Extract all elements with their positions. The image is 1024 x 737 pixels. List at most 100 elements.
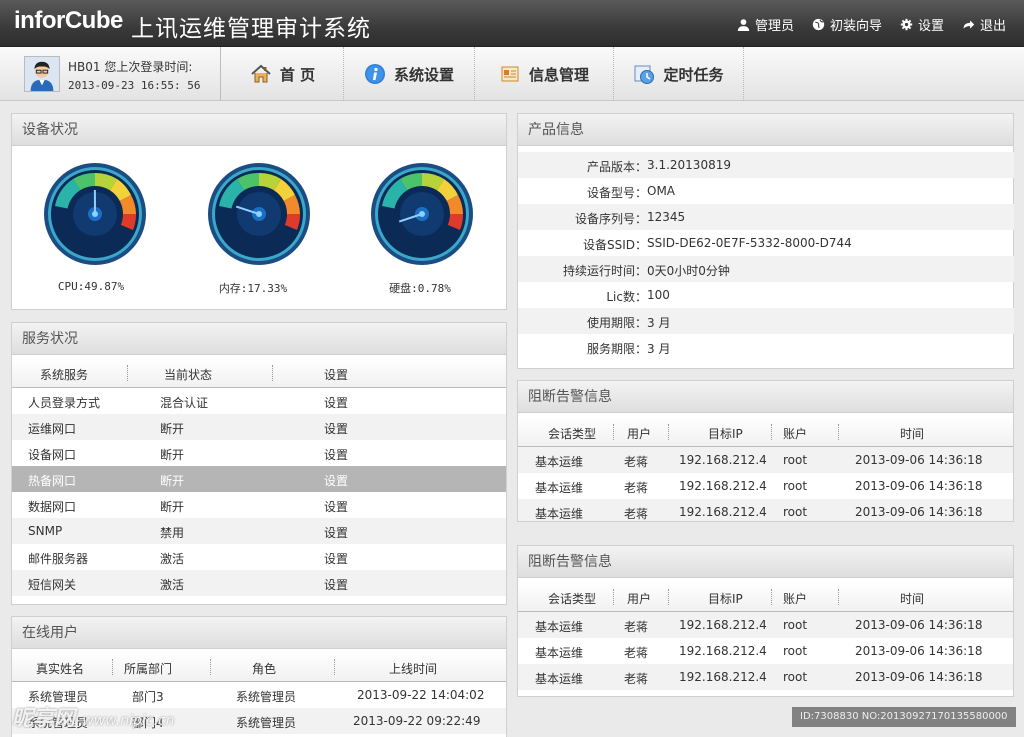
info-row: 设备型号： OMA [518, 178, 1014, 204]
service-status: 断开 [160, 500, 185, 514]
alert-user: 老蒋 [624, 672, 649, 686]
online-users-title: 在线用户 [12, 617, 506, 649]
table-row: 基本运维 老蒋 192.168.212.4 root 2013-09-06 14:36:… [518, 612, 1013, 638]
user-info: HB01 您上次登录时间: 2013-09-23 16:55: 56 [0, 47, 221, 101]
info-row: 设备SSID： SSID-DE62-0E7F-5332-8000-D744 [518, 230, 1014, 256]
service-settings-link[interactable]: 设置 [324, 498, 348, 515]
col-role: 角色 [252, 662, 277, 676]
table-row: 基本运维 老蒋 192.168.212.4 root 2013-09-06 14:36:… [518, 499, 1013, 521]
info-row: 服务期限： 3 月 [518, 334, 1014, 360]
image-id-strip: ID:7308830 NO:20130927170135580000 [792, 707, 1016, 727]
service-name: 邮件服务器 [28, 552, 89, 566]
table-row: 设备网口 断开 设置 [12, 440, 506, 466]
service-settings-link[interactable]: 设置 [324, 550, 348, 567]
info-value: OMA [647, 184, 676, 198]
alert-ip: 192.168.212.4 [679, 453, 767, 467]
col-online-time: 上线时间 [389, 662, 438, 676]
memory-usage-label: 内存:17.33% [218, 282, 288, 295]
col-user: 用户 [627, 592, 652, 606]
alerts-table-header: 会话类型 用户 目标IP 账户 时间 [518, 417, 1013, 447]
wizard-link[interactable]: 初装向导 [812, 15, 882, 34]
watermark-site: www.nipic.cn [82, 713, 175, 729]
info-label: 设备SSID： [582, 238, 647, 252]
col-session-type: 会话类型 [548, 592, 597, 606]
logout-link[interactable]: 退出 [962, 15, 1006, 34]
service-name: 短信网关 [28, 578, 77, 592]
service-table-header: 系统服务 当前状态 设置 [12, 358, 506, 388]
alert-type: 基本运维 [535, 646, 584, 660]
device-status-title: 设备状况 [12, 114, 506, 146]
top-bar: inforCube 上讯运维管理审计系统 管理员 初装向导 设置 退出 [0, 0, 1024, 47]
col-divider [334, 659, 335, 675]
service-status: 断开 [160, 474, 185, 488]
info-label: 设备序列号： [574, 212, 647, 226]
service-name: 数据网口 [28, 500, 77, 514]
alert-user: 老蒋 [624, 620, 649, 634]
service-name: 热备网口 [28, 474, 77, 488]
service-settings-link[interactable]: 设置 [324, 576, 348, 593]
col-divider [668, 589, 669, 605]
cpu-usage-label: CPU:49.87% [57, 280, 125, 293]
table-row: 基本运维 老蒋 192.168.212.4 root 2013-09-06 14:36:… [518, 638, 1013, 664]
service-settings-link[interactable]: 设置 [324, 394, 348, 411]
alert-time: 2013-09-06 14:36:18 [855, 670, 983, 684]
alert-account: root [783, 453, 808, 467]
service-settings-link[interactable]: 设置 [324, 472, 348, 489]
info-label: 持续运行时间： [562, 264, 647, 278]
col-status: 当前状态 [164, 368, 213, 382]
alert-type: 基本运维 [535, 481, 584, 495]
memory-gauge [208, 163, 310, 265]
col-time: 时间 [900, 592, 925, 606]
block-alerts-title: 阻断告警信息 [518, 546, 1013, 578]
watermark: 昵享网 www.nipic.cn [12, 702, 174, 732]
tab-system-settings[interactable]: 系统设置 [344, 47, 475, 101]
alert-time: 2013-09-06 14:36:18 [855, 453, 983, 467]
alert-ip: 192.168.212.4 [679, 670, 767, 684]
table-row: 短信网关 激活 设置 [12, 570, 506, 596]
block-alerts-panel-1: 阻断告警信息 会话类型 用户 目标IP 账户 时间 基本运维 老蒋 192.168.… [517, 380, 1014, 522]
alert-account: root [783, 670, 808, 684]
col-time: 时间 [900, 427, 925, 441]
col-divider [210, 659, 211, 675]
service-settings-link[interactable]: 设置 [324, 524, 348, 541]
service-status: 断开 [160, 422, 185, 436]
info-label: 服务期限： [586, 342, 647, 356]
service-status: 激活 [160, 552, 185, 566]
info-row: 产品版本： 3.1.20130819 [518, 152, 1014, 178]
tab-home[interactable]: 首 页 [222, 47, 344, 101]
tab-info-management[interactable]: 信息管理 [475, 47, 614, 101]
user-online-time: 2013-09-22 09:22:49 [353, 714, 481, 728]
info-value: SSID-DE62-0E7F-5332-8000-D744 [647, 236, 852, 250]
alert-time: 2013-09-06 14:36:18 [855, 479, 983, 493]
col-divider [127, 365, 128, 381]
top-links: 管理员 初装向导 设置 退出 [737, 15, 1006, 34]
service-settings-link[interactable]: 设置 [324, 446, 348, 463]
alert-account: root [783, 505, 808, 519]
info-value: 3.1.20130819 [647, 158, 731, 172]
alert-ip: 192.168.212.4 [679, 644, 767, 658]
admin-link[interactable]: 管理员 [737, 15, 794, 34]
col-user: 用户 [627, 427, 652, 441]
settings-link[interactable]: 设置 [900, 15, 944, 34]
alert-user: 老蒋 [624, 646, 649, 660]
col-real-name: 真实姓名 [36, 662, 85, 676]
tab-scheduled-tasks[interactable]: 定时任务 [614, 47, 744, 101]
service-status-title: 服务状况 [12, 323, 506, 355]
alert-user: 老蒋 [624, 507, 649, 521]
alert-type: 基本运维 [535, 455, 584, 469]
gear-icon [900, 18, 913, 31]
info-value: 3 月 [647, 342, 671, 356]
col-divider [838, 424, 839, 440]
disk-usage-label: 硬盘:0.78% [389, 282, 451, 295]
alert-ip: 192.168.212.4 [679, 618, 767, 632]
info-row: 设备序列号： 12345 [518, 204, 1014, 230]
col-divider [838, 589, 839, 605]
col-divider [613, 424, 614, 440]
service-name: 运维网口 [28, 422, 77, 436]
nav-bar: HB01 您上次登录时间: 2013-09-23 16:55: 56 首 页 系… [0, 47, 1024, 101]
document-icon [501, 66, 519, 82]
service-settings-link[interactable]: 设置 [324, 420, 348, 437]
alert-type: 基本运维 [535, 620, 584, 634]
alert-account: root [783, 479, 808, 493]
product-info-panel: 产品信息 产品版本： 3.1.20130819 设备型号： OMA 设备序列号： 12… [517, 113, 1014, 369]
